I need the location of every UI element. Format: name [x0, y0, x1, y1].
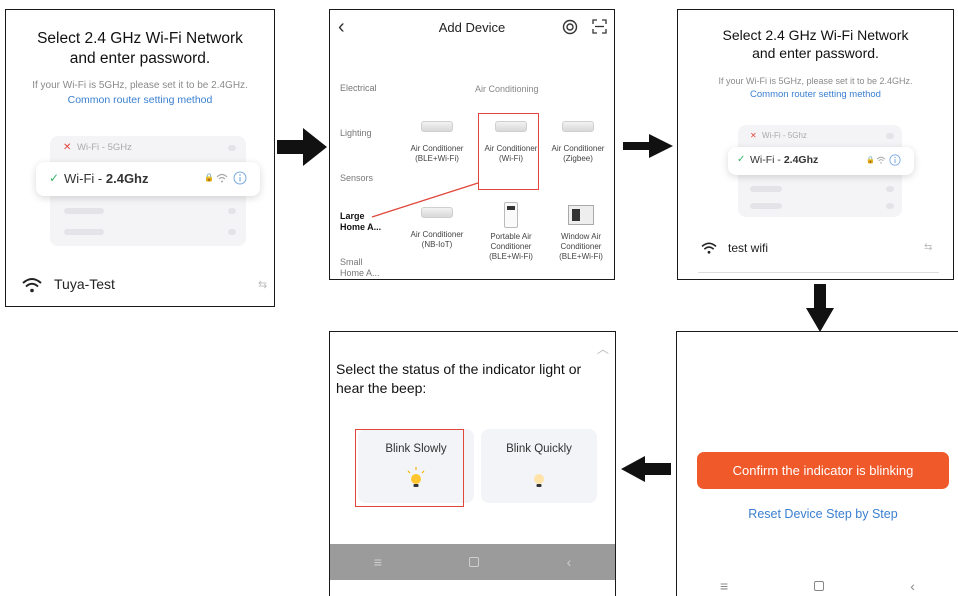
switch-icon[interactable]: ⇆	[924, 242, 932, 253]
system-nav-bar: ≡ ‹	[330, 544, 615, 580]
page-title-line1: Select 2.4 GHz Wi-Fi Network	[37, 30, 243, 47]
ssid-label[interactable]: Tuya-Test	[54, 276, 115, 292]
placeholder-dot	[228, 145, 236, 151]
wifi-icon	[876, 156, 886, 164]
device-name: Air Conditioner	[551, 144, 605, 153]
hint-text: If your Wi-Fi is 5GHz, please set it to …	[718, 76, 913, 86]
window-ac-image	[568, 205, 594, 225]
selected-network-row[interactable]: ✓ Wi-Fi - 2.4Ghz 🔒	[728, 147, 914, 175]
device-portable-ac[interactable]: Portable Air Conditioner (BLE+Wi-Fi)	[478, 202, 544, 262]
down-arrow-icon	[806, 284, 834, 332]
pointer-line	[371, 182, 479, 218]
device-image	[421, 121, 453, 132]
back-chevron-icon[interactable]: ‹	[910, 578, 915, 594]
system-nav-bar: ≡ ‹	[677, 578, 958, 594]
device-name: Air Conditioner	[410, 230, 464, 239]
device-variant: (Zigbee)	[563, 154, 593, 163]
wifi-icon	[701, 242, 717, 254]
placeholder-bar	[750, 203, 782, 209]
right-arrow-icon	[277, 128, 327, 166]
placeholder-bar	[64, 208, 104, 214]
placeholder-bar	[64, 229, 104, 235]
section-label: Air Conditioning	[475, 84, 539, 94]
placeholder-dot	[886, 133, 894, 139]
target-icon[interactable]	[562, 19, 578, 35]
device-name: Window Air Conditioner	[560, 232, 602, 251]
confirm-blinking-button[interactable]: Confirm the indicator is blinking	[697, 452, 949, 489]
category-lighting[interactable]: Lighting	[340, 128, 372, 139]
device-variant: (BLE+Wi-Fi)	[415, 154, 459, 163]
scan-icon[interactable]	[592, 19, 607, 34]
network-5g-label[interactable]: Wi-Fi - 5Ghz	[762, 131, 807, 140]
right-arrow-icon	[623, 134, 673, 158]
device-name: Air Conditioner	[410, 144, 464, 153]
home-square-icon[interactable]	[469, 557, 480, 567]
network-24-label: Wi-Fi - 2.4Ghz	[750, 154, 818, 166]
router-setting-link[interactable]: Common router setting method	[678, 89, 953, 100]
selection-highlight-box	[355, 429, 464, 507]
device-name: Portable Air Conditioner	[490, 232, 532, 251]
input-underline	[698, 272, 939, 273]
page-title-line2: and enter password.	[69, 50, 211, 67]
network-24-prefix: Wi-Fi -	[750, 154, 784, 166]
lock-icon: 🔒	[204, 173, 214, 182]
device-variant: (BLE+Wi-Fi)	[489, 252, 533, 261]
check-icon: ✓	[737, 154, 746, 165]
wifi-select-screen-1: Select 2.4 GHz Wi-Fi Network and enter p…	[5, 9, 275, 307]
close-x-icon: ✕	[750, 131, 757, 140]
device-window-ac[interactable]: Window Air Conditioner (BLE+Wi-Fi)	[548, 205, 614, 262]
network-24-band: 2.4Ghz	[105, 171, 149, 186]
collapse-chevron-icon[interactable]: ︿	[597, 340, 609, 357]
home-square-icon[interactable]	[814, 581, 825, 591]
wifi-icon	[22, 278, 42, 293]
back-chevron-icon[interactable]: ‹	[567, 554, 572, 570]
page-title-line2: and enter password.	[752, 45, 879, 61]
menu-icon[interactable]: ≡	[374, 554, 382, 570]
menu-icon[interactable]: ≡	[720, 578, 728, 594]
device-ac-ble-wifi[interactable]: Air Conditioner (BLE+Wi-Fi)	[404, 121, 470, 164]
portable-ac-image	[504, 202, 518, 228]
portable-ac-vent	[507, 206, 515, 210]
bulb-icon	[534, 474, 544, 487]
network-5g-label[interactable]: Wi-Fi - 5GHz	[77, 142, 132, 153]
placeholder-dot	[886, 186, 894, 192]
indicator-prompt: Select the status of the indicator light…	[336, 361, 582, 396]
blink-quickly-option[interactable]: Blink Quickly	[481, 429, 597, 503]
hint-text: If your Wi-Fi is 5GHz, please set it to …	[32, 80, 248, 91]
device-variant: (NB-IoT)	[421, 240, 453, 249]
router-setting-link[interactable]: Common router setting method	[6, 94, 274, 106]
close-x-icon: ✕	[63, 142, 72, 153]
indicator-status-screen: ︿ Select the status of the indicator lig…	[329, 331, 616, 596]
device-ac-zigbee[interactable]: Air Conditioner (Zigbee)	[545, 121, 611, 164]
category-electrical[interactable]: Electrical	[340, 83, 377, 94]
left-arrow-icon	[621, 456, 671, 482]
category-sensors[interactable]: Sensors	[340, 173, 373, 184]
page-title-line1: Select 2.4 GHz Wi-Fi Network	[722, 27, 909, 43]
placeholder-bar	[750, 186, 782, 192]
category-small-home[interactable]: Small Home A...	[340, 257, 384, 279]
placeholder-dot	[886, 203, 894, 209]
window-ac-panel	[572, 209, 580, 221]
device-image	[562, 121, 594, 132]
placeholder-dot	[228, 229, 236, 235]
info-icon[interactable]	[233, 171, 247, 185]
placeholder-dot	[228, 208, 236, 214]
confirm-indicator-screen: Confirm the indicator is blinking Reset …	[676, 331, 958, 596]
network-24-prefix: Wi-Fi -	[64, 171, 106, 186]
device-variant: (BLE+Wi-Fi)	[559, 252, 603, 261]
reset-device-link[interactable]: Reset Device Step by Step	[697, 507, 949, 521]
blink-quickly-label: Blink Quickly	[506, 443, 572, 455]
ssid-label[interactable]: test wifi	[728, 241, 768, 255]
network-24-band: 2.4Ghz	[783, 154, 819, 166]
network-24-label: Wi-Fi - 2.4Ghz	[64, 171, 149, 186]
selection-highlight-box	[478, 113, 539, 190]
check-icon: ✓	[49, 171, 60, 185]
wifi-select-screen-2: Select 2.4 GHz Wi-Fi Network and enter p…	[677, 9, 954, 280]
info-icon[interactable]	[889, 154, 901, 166]
add-device-screen: ‹ Add Device Electrical Lighting Sensors…	[329, 9, 615, 280]
lock-icon: 🔒	[866, 157, 875, 164]
switch-icon[interactable]: ⇆	[258, 278, 267, 291]
selected-network-row[interactable]: ✓ Wi-Fi - 2.4Ghz 🔒	[36, 162, 260, 196]
wifi-icon	[216, 173, 228, 183]
